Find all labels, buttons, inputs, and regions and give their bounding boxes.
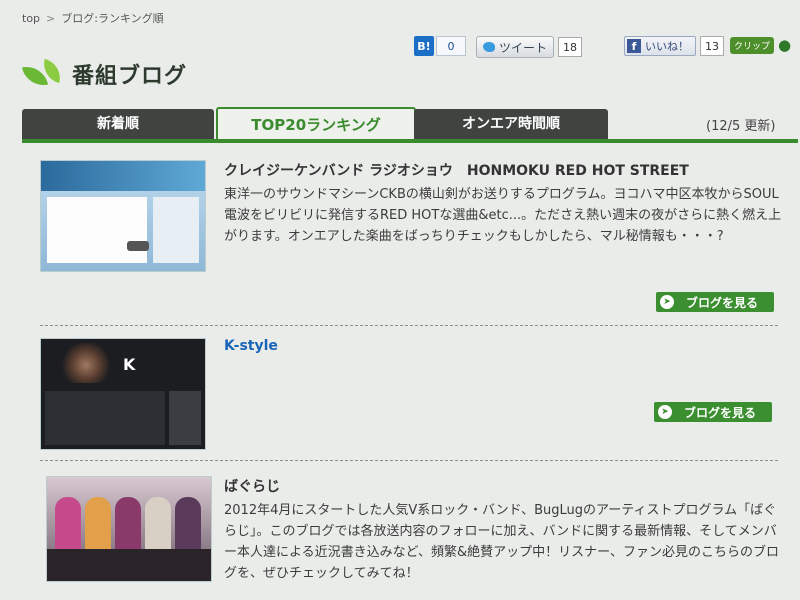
blog-description: 2012年4月にスタートした人気V系ロック・バンド、BugLugのアーティストプ… (224, 503, 779, 581)
divider (40, 460, 778, 461)
like-label: いいね！ (645, 40, 689, 53)
arrow-right-icon: ➤ (660, 295, 674, 309)
view-blog-label: ブログを見る (686, 295, 759, 310)
view-blog-label: ブログを見る (684, 405, 757, 420)
blog-description: 東洋一のサウンドマシーンCKBの横山剣がお送りするプログラム。ヨコハマ中区本牧か… (224, 187, 782, 244)
list-item: K K-style ➤ ブログを見る (40, 338, 780, 450)
tweet-widget: ツイート 18 (476, 36, 583, 58)
page-title-text: 番組ブログ (72, 64, 188, 89)
updated-date: (12/5 更新) (706, 119, 776, 134)
tab-top20-ranking[interactable]: TOP20ランキング (216, 107, 416, 141)
blog-thumbnail[interactable]: K (40, 338, 206, 450)
hatena-bookmark-widget: B! 0 (414, 36, 466, 56)
breadcrumb: top > ブログ:ランキング順 (22, 10, 164, 26)
blog-title[interactable]: K-style (224, 338, 278, 354)
sort-tabs: 新着順 TOP20ランキング オンエア時間順 (22, 107, 798, 143)
tweet-label: ツイート (499, 40, 548, 55)
blog-title[interactable]: クレイジーケンバンド ラジオショウ HONMOKU RED HOT STREET (224, 160, 689, 180)
blog-thumbnail[interactable] (46, 476, 212, 582)
clip-button[interactable]: クリップ (730, 36, 775, 54)
leaf-logo-icon (21, 58, 66, 90)
facebook-icon: f (627, 39, 641, 53)
page-title: 番組ブログ (21, 58, 188, 90)
list-item: クレイジーケンバンド ラジオショウ HONMOKU RED HOT STREET… (40, 160, 781, 312)
evernote-elephant-icon[interactable]: ● (778, 36, 791, 54)
view-blog-button[interactable]: ➤ ブログを見る (656, 292, 774, 312)
like-count[interactable]: 13 (700, 36, 724, 56)
tweet-count[interactable]: 18 (558, 37, 583, 57)
hatena-bookmark-button[interactable]: B! (414, 36, 434, 56)
tabs-underline (22, 139, 798, 143)
list-item: ばぐらじ 2012年4月にスタートした人気V系ロック・バンド、BugLugのアー… (40, 476, 780, 600)
divider (40, 325, 778, 326)
breadcrumb-top-link[interactable]: top (22, 12, 40, 25)
hatena-bookmark-count[interactable]: 0 (436, 36, 466, 56)
blog-thumbnail[interactable] (40, 160, 206, 272)
view-blog-button[interactable]: ➤ ブログを見る (654, 402, 772, 422)
clip-widget: クリップ ● (730, 36, 791, 54)
facebook-like-button[interactable]: f いいね！ (624, 36, 696, 56)
twitter-bird-icon (483, 42, 495, 52)
breadcrumb-separator: > (46, 12, 56, 25)
blog-title[interactable]: ばぐらじ (224, 476, 280, 496)
tab-newest[interactable]: 新着順 (22, 109, 214, 139)
breadcrumb-current: ブログ:ランキング順 (61, 12, 164, 25)
facebook-like-widget: f いいね！ 13 (624, 36, 724, 56)
tweet-button[interactable]: ツイート (476, 36, 555, 58)
arrow-right-icon: ➤ (658, 405, 672, 419)
tab-onair-time[interactable]: オンエア時間順 (414, 109, 608, 139)
